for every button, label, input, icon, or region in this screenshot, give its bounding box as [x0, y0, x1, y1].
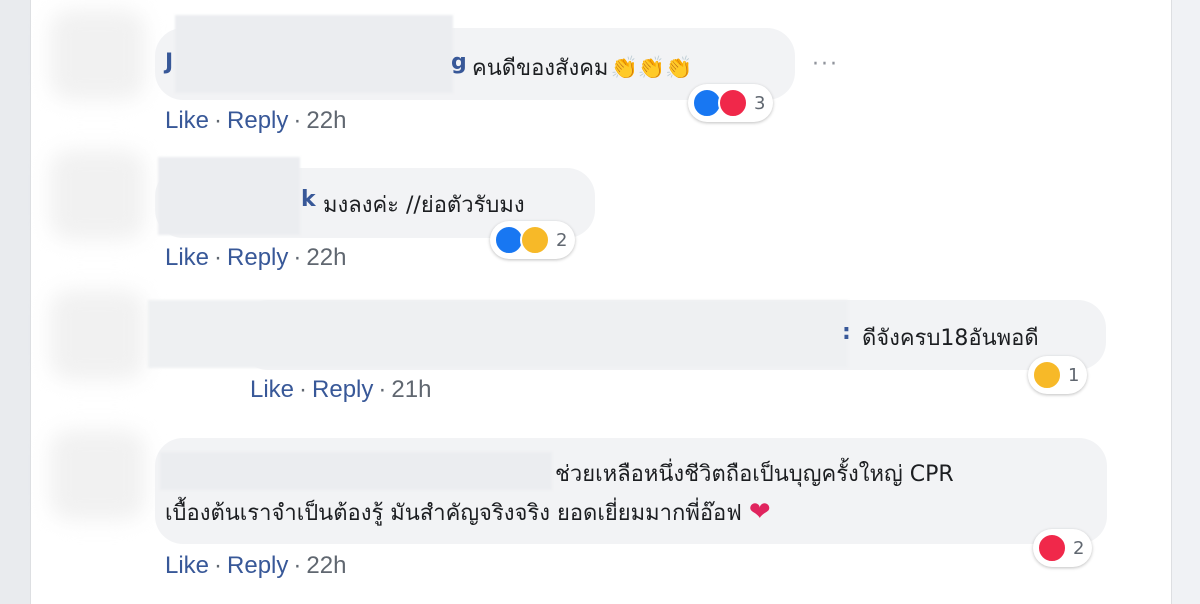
separator: · [293, 552, 302, 579]
reaction-count: 2 [1073, 537, 1085, 559]
comment-actions: Like · Reply · 22h [165, 244, 346, 272]
redacted-name [158, 157, 300, 235]
comment-actions: Like · Reply · 22h [165, 107, 346, 135]
commenter-name[interactable]: : [842, 320, 851, 345]
separator: · [293, 244, 302, 271]
comment-actions: Like · Reply · 22h [165, 552, 346, 580]
reply-link[interactable]: Reply [227, 107, 288, 134]
avatar[interactable] [50, 150, 145, 240]
timestamp[interactable]: 21h [391, 376, 431, 403]
commenter-name[interactable]: g [451, 50, 467, 75]
redacted-name [148, 300, 848, 368]
timestamp[interactable]: 22h [306, 107, 346, 134]
avatar[interactable] [50, 10, 145, 100]
reply-link[interactable]: Reply [312, 376, 373, 403]
reaction-count: 1 [1068, 364, 1080, 386]
separator: · [293, 107, 302, 134]
heart-emoji: ❤ [748, 497, 771, 527]
avatar[interactable] [50, 430, 145, 520]
commenter-name[interactable]: k [301, 187, 316, 212]
comment-text-line: เบื้องต้นเราจำเป็นต้องรู้ มันสำคัญจริงจร… [165, 497, 771, 527]
reaction-count: 2 [556, 229, 568, 251]
like-link[interactable]: Like [250, 376, 294, 403]
redacted-name [160, 452, 552, 490]
reaction-summary[interactable]: 2 [490, 221, 576, 259]
separator: · [299, 376, 308, 403]
separator: · [214, 107, 223, 134]
timestamp[interactable]: 22h [306, 552, 346, 579]
timestamp[interactable]: 22h [306, 244, 346, 271]
love-icon [718, 88, 748, 118]
reaction-summary[interactable]: 1 [1028, 356, 1088, 394]
haha-icon [1032, 360, 1062, 390]
like-link[interactable]: Like [165, 244, 209, 271]
comment-actions: Like · Reply · 21h [250, 376, 431, 404]
haha-icon [520, 225, 550, 255]
separator: · [214, 244, 223, 271]
like-link[interactable]: Like [165, 107, 209, 134]
comment-text-line: ช่วยเหลือหนึ่งชีวิตถือเป็นบุญครั้งใหญ่ C… [555, 462, 954, 487]
separator: · [378, 376, 387, 403]
commenter-name[interactable]: J [165, 50, 173, 75]
love-icon [1037, 533, 1067, 563]
redacted-name [175, 15, 453, 93]
clap-emoji: 👏👏👏 [610, 56, 693, 81]
reaction-summary[interactable]: 3 [688, 84, 774, 122]
reaction-count: 3 [754, 92, 766, 114]
comment-text: คนดีของสังคม👏👏👏 [472, 56, 693, 81]
comment-text: มงลงค่ะ //ย่อตัวรับมง [323, 193, 525, 218]
reply-link[interactable]: Reply [227, 552, 288, 579]
like-link[interactable]: Like [165, 552, 209, 579]
avatar[interactable] [50, 290, 145, 380]
more-options-icon[interactable]: ··· [812, 52, 839, 77]
page-left-gutter [0, 0, 30, 604]
reaction-summary[interactable]: 2 [1033, 529, 1093, 567]
reply-link[interactable]: Reply [227, 244, 288, 271]
comment-text: ดีจังครบ18อันพอดี [862, 326, 1039, 351]
separator: · [214, 552, 223, 579]
